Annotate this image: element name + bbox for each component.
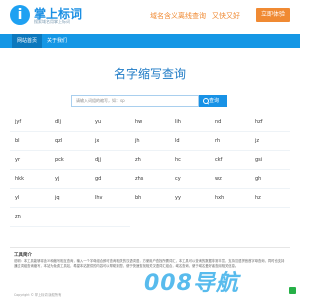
side-float-icon[interactable] <box>289 287 296 294</box>
intro-title: 工具简介 <box>14 253 32 258</box>
abbreviation-link[interactable]: zh <box>130 151 170 170</box>
abbreviation-link[interactable]: ckf <box>210 151 250 170</box>
abbreviation-link[interactable]: hw <box>130 113 170 132</box>
abbreviation-link[interactable]: hkk <box>10 170 50 189</box>
abbreviation-link[interactable]: bh <box>130 189 170 208</box>
site-logo[interactable]: i 掌上标词 搜索域名用掌上标词 <box>10 4 102 28</box>
abbreviation-link[interactable]: jx <box>90 132 130 151</box>
abbreviation-link[interactable]: yj <box>50 170 90 189</box>
abbreviation-link[interactable]: bl <box>10 132 50 151</box>
abbreviation-link[interactable]: pck <box>50 151 90 170</box>
abbreviation-link[interactable]: jz <box>250 132 290 151</box>
abbreviation-link[interactable]: dlj <box>50 113 90 132</box>
abbreviation-link[interactable]: gh <box>250 170 290 189</box>
abbreviation-link[interactable]: ld <box>170 132 210 151</box>
abbreviation-link[interactable]: hc <box>170 151 210 170</box>
watermark: 008导航 <box>144 263 260 297</box>
slogan-primary: 域名含义离线查询 <box>150 12 206 20</box>
header-slogan: 域名含义离线查询 又快又好 <box>150 11 240 21</box>
abbreviation-link[interactable]: yr <box>10 151 50 170</box>
abbreviation-link[interactable]: rh <box>210 132 250 151</box>
main-nav: 网站首页 关于我们 <box>0 34 300 48</box>
abbreviation-link[interactable]: qzl <box>50 132 90 151</box>
footer-copyright: Copyright © 掌上标词 版权所有 <box>14 293 62 297</box>
abbreviation-link[interactable]: hxh <box>210 189 250 208</box>
nav-item-about[interactable]: 关于我们 <box>42 34 72 48</box>
logo-subtitle: 搜索域名用掌上标词 <box>34 19 70 24</box>
abbreviation-link[interactable]: djj <box>90 151 130 170</box>
slogan-secondary: 又快又好 <box>212 12 240 20</box>
watermark-text: 008导航 <box>144 271 239 296</box>
section-divider <box>10 247 290 248</box>
abbreviation-link[interactable]: yl <box>10 189 50 208</box>
search-button[interactable]: 查询 <box>199 95 227 107</box>
abbreviation-link[interactable]: zn <box>10 208 50 227</box>
abbreviation-link[interactable]: yu <box>90 113 130 132</box>
abbreviation-link[interactable]: zhs <box>130 170 170 189</box>
abbreviation-link[interactable]: nd <box>210 113 250 132</box>
abbreviation-link[interactable]: jq <box>50 189 90 208</box>
try-now-button[interactable]: 立即体验 <box>256 8 290 22</box>
top-header: i 掌上标词 搜索域名用掌上标词 域名含义离线查询 又快又好 立即体验 <box>0 0 300 34</box>
nav-item-home[interactable]: 网站首页 <box>12 34 43 48</box>
abbreviation-link[interactable]: jyf <box>10 113 50 132</box>
abbreviation-link[interactable]: hzf <box>250 113 290 132</box>
logo-mark-icon: i <box>10 5 30 25</box>
page-title: 名字缩写查询 <box>113 67 186 81</box>
abbreviation-link <box>90 208 130 227</box>
search-icon <box>203 98 209 104</box>
abbreviation-link <box>50 208 90 227</box>
abbreviation-link[interactable]: wz <box>210 170 250 189</box>
search-input[interactable]: 请输入词组的缩写，如：sp <box>71 95 199 107</box>
abbreviation-link[interactable]: gd <box>90 170 130 189</box>
abbreviation-link[interactable]: cy <box>170 170 210 189</box>
abbreviation-link[interactable]: yy <box>170 189 210 208</box>
abbreviation-link[interactable]: hz <box>250 189 290 208</box>
abbreviation-link[interactable]: gsi <box>250 151 290 170</box>
abbreviation-link[interactable]: lih <box>170 113 210 132</box>
search-button-label: 查询 <box>209 98 220 104</box>
abbreviation-link[interactable]: jh <box>130 132 170 151</box>
abbreviation-link[interactable]: lhv <box>90 189 130 208</box>
